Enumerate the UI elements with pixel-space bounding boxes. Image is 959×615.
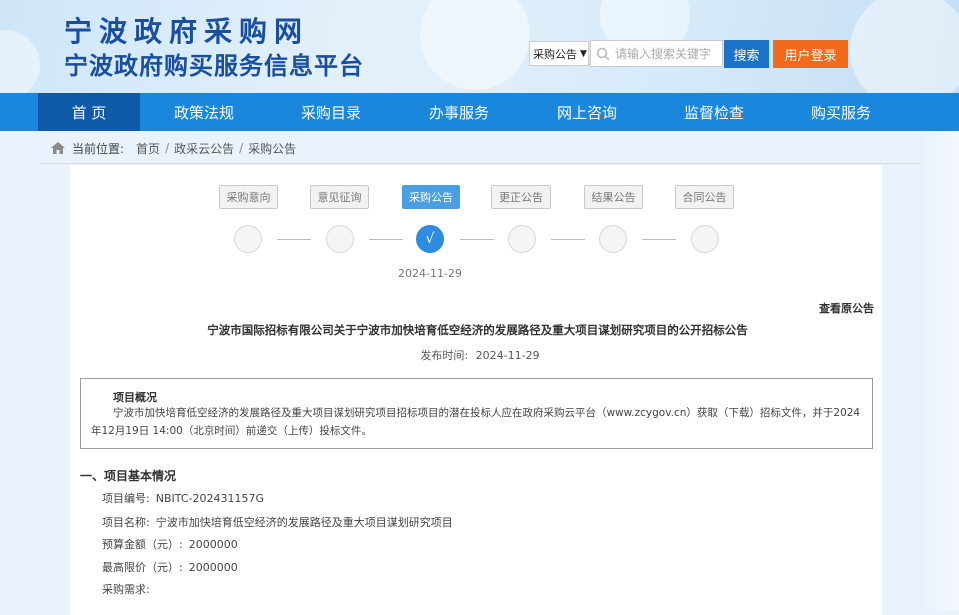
field-label: 预算金额（元）: — [102, 538, 183, 551]
page-side-background — [920, 131, 959, 610]
search-input[interactable] — [615, 46, 719, 61]
check-icon: √ — [425, 231, 435, 247]
field-value: NBITC-202431157G — [155, 492, 264, 505]
search-icon — [591, 47, 615, 61]
main-nav: 首 页 政策法规 采购目录 办事服务 网上咨询 监督检查 购买服务 — [0, 93, 959, 131]
header-decoration — [850, 0, 959, 93]
field-value: 2000000 — [188, 561, 238, 574]
site-header: 宁波政府采购网 宁波政府购买服务信息平台 采购公告 ▼ 搜索 用户登录 — [0, 0, 959, 93]
tab-procurement-intent[interactable]: 采购意向 — [219, 185, 278, 209]
step-circle — [599, 225, 627, 253]
step-connector — [277, 239, 311, 240]
breadcrumb-item-procurement-notice[interactable]: 采购公告 — [248, 140, 296, 157]
overview-text: 宁波市加快培育低空经济的发展路径及重大项目谋划研究项目招标项目的潜在投标人应在政… — [91, 407, 861, 437]
home-icon — [50, 141, 66, 155]
breadcrumb: 当前位置: 首页 / 政采云公告 / 采购公告 — [40, 133, 920, 164]
nav-item-catalog[interactable]: 采购目录 — [280, 93, 382, 131]
tab-result-notice[interactable]: 结果公告 — [584, 185, 643, 209]
breadcrumb-item-zcy-notices[interactable]: 政采云公告 — [174, 140, 234, 157]
step-circle-active: √ — [416, 225, 444, 253]
breadcrumb-separator: / — [165, 141, 170, 155]
project-overview-box: 项目概况 宁波市加快培育低空经济的发展路径及重大项目谋划研究项目招标项目的潜在投… — [80, 378, 873, 449]
field-label: 项目名称: — [102, 516, 150, 529]
tab-contract-notice[interactable]: 合同公告 — [675, 185, 734, 209]
nav-item-services[interactable]: 办事服务 — [408, 93, 510, 131]
nav-item-home[interactable]: 首 页 — [38, 93, 140, 131]
publish-time-value: 2024-11-29 — [475, 349, 540, 362]
nav-item-policy[interactable]: 政策法规 — [153, 93, 255, 131]
step-circle — [326, 225, 354, 253]
breadcrumb-separator: / — [239, 141, 244, 155]
section-title-basic-info: 一、项目基本情况 — [80, 469, 177, 483]
field-label: 采购需求: — [102, 583, 150, 596]
field-label: 最高限价（元）: — [102, 561, 183, 574]
site-subtitle: 宁波政府购买服务信息平台 — [64, 52, 364, 80]
search-box — [590, 40, 723, 67]
chevron-down-icon: ▼ — [580, 48, 587, 59]
step-circle — [508, 225, 536, 253]
nav-item-consult[interactable]: 网上咨询 — [536, 93, 638, 131]
search-button[interactable]: 搜索 — [724, 40, 769, 68]
step-circle — [691, 225, 719, 253]
breadcrumb-item-home[interactable]: 首页 — [136, 140, 160, 157]
step-connector — [369, 239, 403, 240]
field-label: 项目编号: — [102, 492, 150, 505]
search-category-select[interactable]: 采购公告 ▼ — [529, 41, 589, 66]
field-project-name: 项目名称: 宁波市加快培育低空经济的发展路径及重大项目谋划研究项目 — [102, 514, 453, 530]
login-button[interactable]: 用户登录 — [773, 40, 848, 68]
publish-time: 发布时间: 2024-11-29 — [380, 347, 580, 363]
overview-title: 项目概况 — [113, 391, 157, 404]
step-circle — [234, 225, 262, 253]
tab-opinion-solicitation[interactable]: 意见征询 — [310, 185, 369, 209]
site-title: 宁波政府采购网 — [64, 15, 310, 48]
header-decoration — [0, 30, 40, 93]
nav-item-supervision[interactable]: 监督检查 — [663, 93, 765, 131]
field-value: 2000000 — [188, 538, 238, 551]
field-project-number: 项目编号: NBITC-202431157G — [102, 490, 264, 506]
step-connector — [551, 239, 585, 240]
field-max-price: 最高限价（元）: 2000000 — [102, 559, 238, 575]
publish-time-label: 发布时间: — [420, 349, 469, 362]
tab-procurement-notice[interactable]: 采购公告 — [402, 185, 460, 209]
nav-item-purchase-services[interactable]: 购买服务 — [790, 93, 892, 131]
search-category-value: 采购公告 — [533, 47, 577, 61]
field-budget: 预算金额（元）: 2000000 — [102, 536, 238, 552]
step-date: 2024-11-29 — [398, 267, 462, 280]
breadcrumb-label: 当前位置: — [72, 141, 125, 156]
field-requirements: 采购需求: — [102, 581, 156, 597]
header-decoration — [420, 0, 530, 90]
notice-title: 宁波市国际招标有限公司关于宁波市加快培育低空经济的发展路径及重大项目谋划研究项目… — [207, 323, 748, 337]
step-connector — [460, 239, 494, 240]
tab-correction-notice[interactable]: 更正公告 — [491, 185, 551, 209]
field-value: 宁波市加快培育低空经济的发展路径及重大项目谋划研究项目 — [155, 516, 453, 529]
step-connector — [642, 239, 676, 240]
view-original-link[interactable]: 查看原公告 — [800, 300, 874, 316]
